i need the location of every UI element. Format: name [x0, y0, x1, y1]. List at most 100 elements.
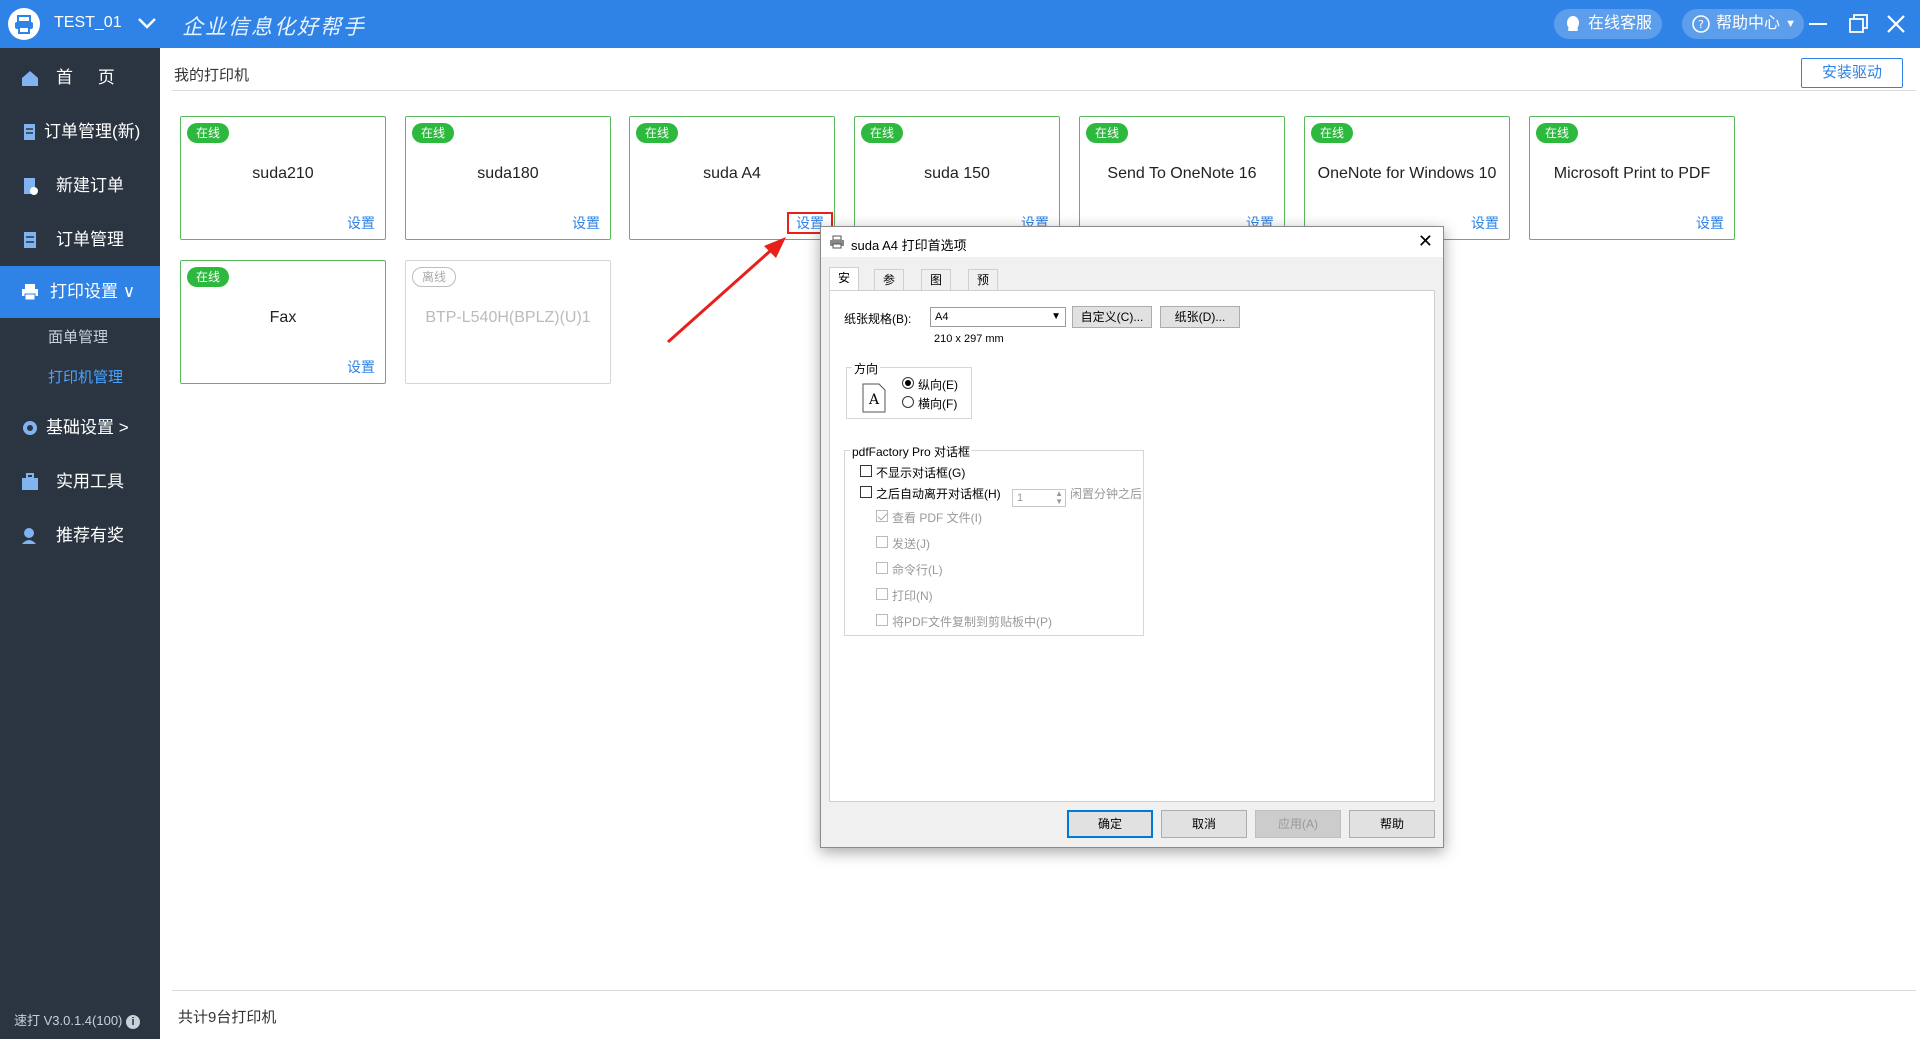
- svg-text:A: A: [868, 392, 880, 408]
- app-slogan: 企业信息化好帮手: [182, 15, 366, 39]
- paper-size-value: A4: [935, 311, 949, 323]
- command-line-checkbox[interactable]: [876, 562, 888, 574]
- online-service-label: 在线客服: [1588, 15, 1653, 32]
- send-label: 发送(J): [892, 537, 930, 551]
- view-pdf-checkbox[interactable]: [876, 510, 888, 522]
- document-icon: [24, 124, 35, 140]
- minimize-icon[interactable]: [1806, 12, 1830, 36]
- printer-icon: [830, 235, 844, 249]
- restore-icon[interactable]: [1846, 12, 1870, 36]
- settings-link[interactable]: 设置: [347, 357, 375, 377]
- portrait-radio[interactable]: [902, 377, 914, 389]
- paper-button[interactable]: 纸张(D)...: [1160, 306, 1240, 328]
- help-icon: ?: [1692, 15, 1710, 33]
- stepper-arrows-icon: ▲ ▼: [1055, 489, 1063, 506]
- no-dialog-checkbox[interactable]: [860, 465, 872, 477]
- close-icon[interactable]: [1884, 12, 1908, 36]
- sidebar-item-tools[interactable]: 实用工具: [0, 456, 160, 508]
- apply-button[interactable]: 应用(A): [1255, 810, 1341, 838]
- sidebar-item-home[interactable]: 首 页: [0, 52, 160, 104]
- print-checkbox[interactable]: [876, 588, 888, 600]
- custom-button[interactable]: 自定义(C)...: [1072, 306, 1152, 328]
- printer-card[interactable]: 在线 Fax 设置: [180, 260, 386, 384]
- sidebar-item-label: 新建订单: [56, 176, 124, 195]
- username-label: TEST_01: [54, 14, 122, 31]
- chat-icon: [1567, 16, 1579, 31]
- version-info: 速打 V3.0.1.4(100) i: [14, 1010, 141, 1029]
- printer-card[interactable]: 在线 suda210 设置: [180, 116, 386, 240]
- sidebar-item-label: 首 页: [56, 68, 125, 87]
- dialog-close-icon[interactable]: ✕: [1418, 231, 1433, 252]
- print-label: 打印(N): [892, 589, 933, 603]
- app-logo-icon: [8, 8, 40, 40]
- printer-card[interactable]: 在线 Send To OneNote 16 设置: [1079, 116, 1285, 240]
- chevron-down-icon: ▼: [1051, 311, 1061, 322]
- account-dropdown-icon[interactable]: [136, 12, 158, 34]
- auto-close-checkbox[interactable]: [860, 486, 872, 498]
- tab-install[interactable]: 安装: [829, 267, 860, 305]
- help-button[interactable]: 帮助: [1349, 810, 1435, 838]
- printer-card[interactable]: 在线 Microsoft Print to PDF 设置: [1529, 116, 1735, 240]
- page-title: 我的打印机: [174, 67, 250, 84]
- status-badge: 在线: [187, 267, 230, 287]
- sidebar-item-basic-settings[interactable]: 基础设置 >: [0, 402, 160, 454]
- no-dialog-label: 不显示对话框(G): [876, 466, 966, 480]
- version-label: 速打 V3.0.1.4(100): [14, 1013, 123, 1028]
- sidebar-item-label: 订单管理(新): [44, 122, 141, 141]
- printer-name: suda180: [477, 165, 539, 182]
- online-service-button[interactable]: 在线客服: [1554, 9, 1663, 39]
- sidebar-item-order-new[interactable]: 订单管理(新): [0, 106, 160, 158]
- sidebar-item-new-order[interactable]: 新建订单: [0, 160, 160, 212]
- help-dropdown-icon: ▼: [1785, 18, 1797, 30]
- printer-count: 共计9台打印机: [178, 1009, 277, 1026]
- printer-name: OneNote for Windows 10: [1317, 165, 1497, 182]
- tab-params[interactable]: 参数: [874, 269, 905, 307]
- printer-name: suda 150: [924, 165, 990, 182]
- annotation-arrow-icon: [667, 237, 786, 344]
- gear-icon: [23, 421, 37, 435]
- pdffactory-group-label: pdfFactory Pro 对话框: [850, 443, 973, 460]
- tab-preview[interactable]: 预览: [968, 269, 999, 307]
- help-center-button[interactable]: ? 帮助中心 ▼: [1682, 9, 1805, 39]
- printer-card[interactable]: 在线 OneNote for Windows 10 设置: [1304, 116, 1510, 240]
- settings-link[interactable]: 设置: [1696, 213, 1724, 233]
- idle-minutes-value: 1: [1017, 492, 1024, 504]
- svg-text:?: ?: [1698, 18, 1704, 31]
- printer-card[interactable]: 离线 BTP-L540H(BPLZ)(U)1: [405, 260, 611, 384]
- printer-card[interactable]: 在线 suda180 设置: [405, 116, 611, 240]
- settings-link[interactable]: 设置: [572, 213, 600, 233]
- install-driver-button[interactable]: 安装驱动: [1801, 58, 1903, 88]
- divider: [172, 990, 1916, 991]
- settings-link[interactable]: 设置: [1471, 213, 1499, 233]
- settings-link[interactable]: 设置: [347, 213, 375, 233]
- sidebar-item-order-manage[interactable]: 订单管理: [0, 214, 160, 266]
- sidebar-subitem-printer-manage[interactable]: 打印机管理: [0, 358, 160, 398]
- status-badge: 在线: [187, 123, 230, 143]
- status-badge: 在线: [1536, 123, 1579, 143]
- paper-size-select[interactable]: A4 ▼: [930, 307, 1066, 327]
- printer-name: suda210: [252, 165, 314, 182]
- divider: [172, 90, 1916, 91]
- sidebar-subitem-waybill[interactable]: 面单管理: [0, 318, 160, 358]
- auto-close-label: 之后自动离开对话框(H): [876, 487, 1001, 501]
- landscape-label: 横向(F): [918, 397, 958, 411]
- sidebar-item-label: 推荐有奖: [56, 526, 124, 545]
- printer-name: Fax: [269, 309, 297, 326]
- cancel-button[interactable]: 取消: [1161, 810, 1247, 838]
- page-orientation-icon: A: [862, 383, 886, 413]
- sidebar-item-label: 打印设置 ∨: [50, 282, 136, 301]
- landscape-radio[interactable]: [902, 396, 914, 408]
- sidebar-item-referral[interactable]: 推荐有奖: [0, 510, 160, 562]
- printer-card[interactable]: 在线 suda 150 设置: [854, 116, 1060, 240]
- copy-clipboard-checkbox[interactable]: [876, 614, 888, 626]
- send-checkbox[interactable]: [876, 536, 888, 548]
- sidebar-item-print-settings[interactable]: 打印设置 ∨: [0, 266, 160, 318]
- portrait-label: 纵向(E): [918, 378, 958, 392]
- info-icon[interactable]: i: [126, 1015, 141, 1029]
- idle-minutes-stepper[interactable]: 1 ▲ ▼: [1012, 489, 1066, 507]
- printer-name: Microsoft Print to PDF: [1553, 165, 1711, 182]
- tab-graphics[interactable]: 图形: [921, 269, 952, 307]
- print-preferences-dialog: suda A4 打印首选项 ✕ 安装 参数 图形 预览 纸张规格(B): A4 …: [820, 226, 1444, 848]
- status-badge: 在线: [1086, 123, 1129, 143]
- ok-button[interactable]: 确定: [1067, 810, 1153, 838]
